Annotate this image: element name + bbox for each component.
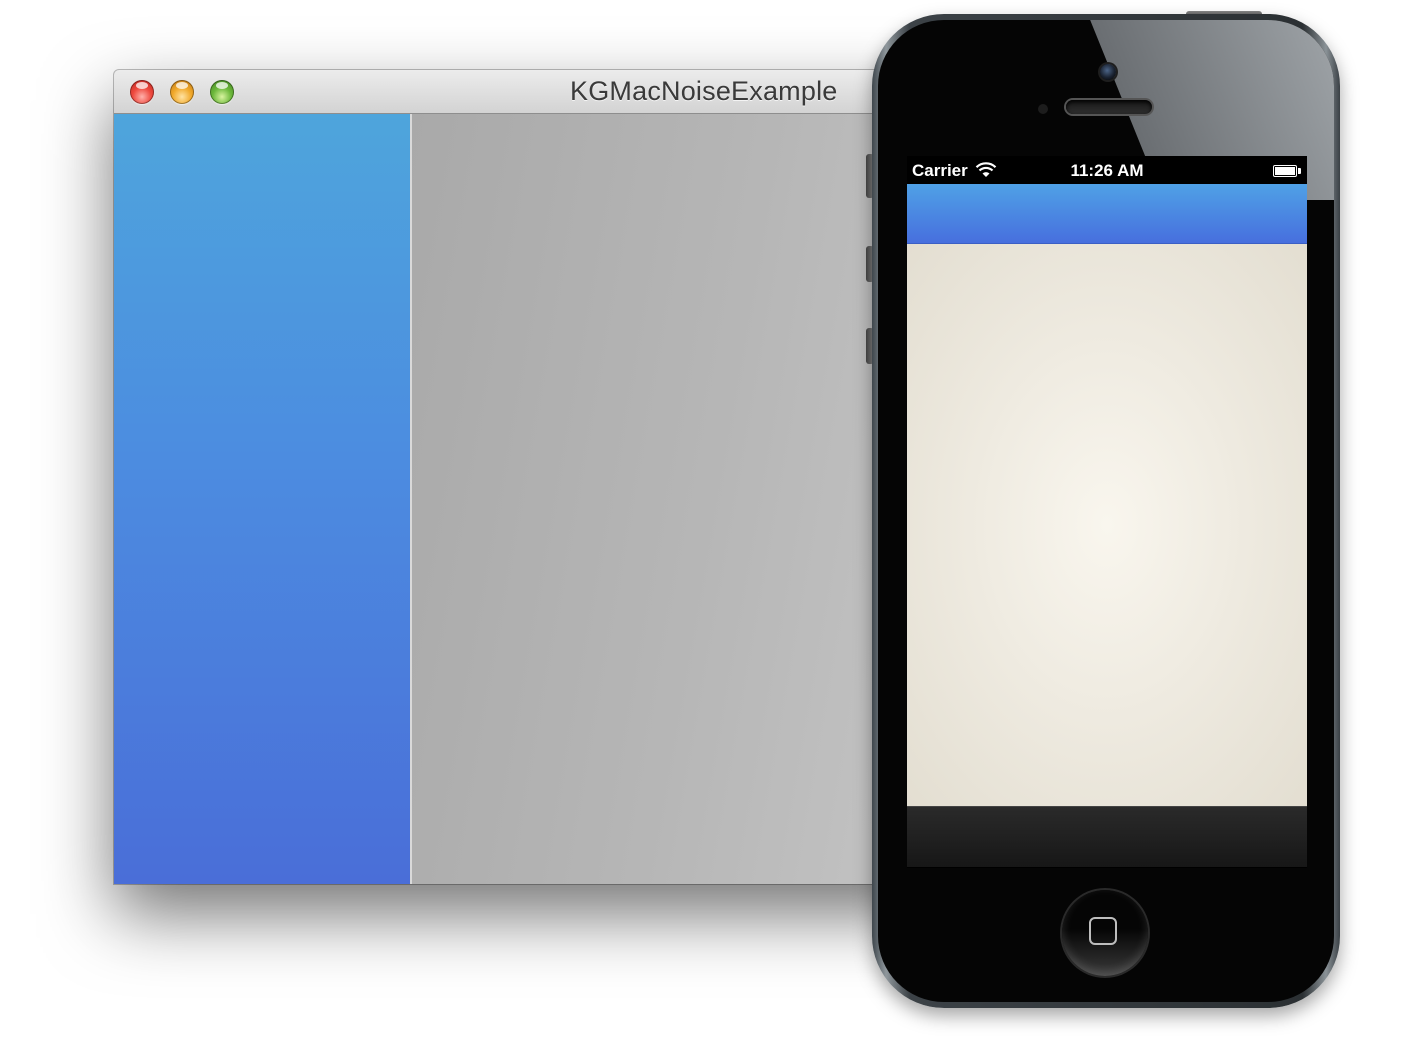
minimize-icon[interactable]: [170, 80, 194, 104]
window-titlebar[interactable]: KGMacNoiseExample: [114, 70, 934, 114]
iphone-device: Carrier 11:26 AM: [866, 11, 1340, 1008]
close-icon[interactable]: [130, 80, 154, 104]
battery-icon: [1273, 165, 1301, 177]
sidebar-noise-view: [114, 114, 412, 884]
front-camera-icon: [1100, 64, 1116, 80]
home-square-icon: [1089, 917, 1117, 945]
bottom-toolbar: [907, 806, 1307, 867]
window-title: KGMacNoiseExample: [570, 76, 838, 106]
navigation-bar: [907, 184, 1307, 244]
status-time: 11:26 AM: [1070, 161, 1144, 180]
mac-window: KGMacNoiseExample: [114, 70, 934, 884]
proximity-sensor: [1038, 104, 1048, 114]
app-content-noise-view: [907, 244, 1307, 806]
content-noise-view: [412, 114, 934, 884]
home-button[interactable]: [1062, 890, 1148, 976]
status-bar: Carrier 11:26 AM: [907, 156, 1307, 184]
screenshot-stage: KGMacNoiseExample Carrier 11:26 AM: [0, 0, 1404, 1042]
zoom-icon[interactable]: [210, 80, 234, 104]
earpiece-speaker: [1066, 100, 1152, 114]
iphone-screen: Carrier 11:26 AM: [907, 156, 1307, 868]
